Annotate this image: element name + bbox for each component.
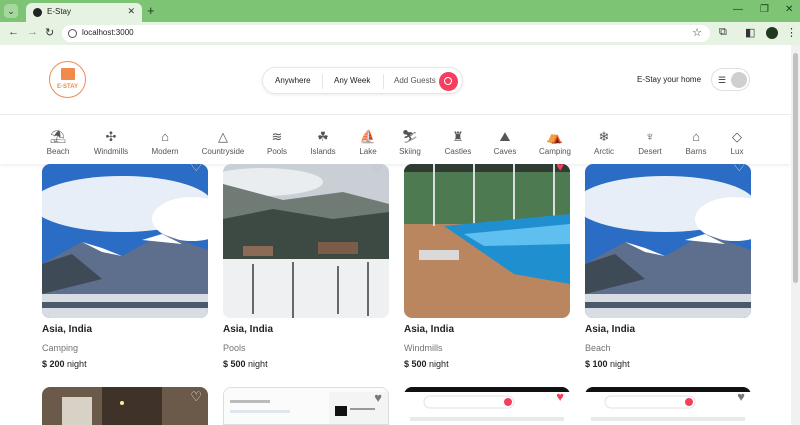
listing-image[interactable]: ♥ xyxy=(404,164,570,318)
category-modern[interactable]: ⌂ Modern xyxy=(135,128,195,156)
search-any-week[interactable]: Any Week xyxy=(334,76,370,85)
profile-avatar[interactable] xyxy=(766,27,778,39)
category-countryside[interactable]: △ Countryside xyxy=(193,128,253,156)
close-window-icon[interactable]: ✕ xyxy=(785,4,793,15)
search-anywhere[interactable]: Anywhere xyxy=(275,76,311,85)
listing-price: $ 200 night xyxy=(42,359,87,369)
tab-search-button[interactable]: ⌄ xyxy=(4,4,18,18)
logo-text: E-STAY xyxy=(56,84,78,90)
price-unit: night xyxy=(67,359,87,369)
screenshot-preview-image xyxy=(404,387,570,425)
windmill-icon: ✣ xyxy=(105,129,117,144)
new-tab-button[interactable]: + xyxy=(147,3,155,18)
tab-favicon-icon xyxy=(33,8,42,17)
scrollbar-thumb[interactable] xyxy=(793,53,798,283)
price-value: $ 100 xyxy=(585,359,608,369)
side-panel-icon[interactable]: ◧ xyxy=(745,26,755,39)
heart-icon[interactable]: ♡ xyxy=(190,164,202,175)
back-icon[interactable]: ← xyxy=(8,26,19,38)
logo[interactable]: E-STAY xyxy=(49,61,86,98)
extensions-icon[interactable]: ⧉ xyxy=(719,26,727,39)
price-value: $ 200 xyxy=(42,359,65,369)
listing-image[interactable]: ♥ xyxy=(585,387,751,425)
page-scrollbar[interactable] xyxy=(791,45,800,425)
listing-category: Camping xyxy=(42,343,79,353)
listing-image[interactable]: ♡ xyxy=(42,164,208,318)
price-value: $ 500 xyxy=(404,359,427,369)
search-icon[interactable] xyxy=(439,72,458,91)
site-header: E-STAY Anywhere Any Week Add Guests E-St… xyxy=(0,45,800,115)
hamburger-icon: ☰ xyxy=(718,75,727,85)
price-unit: night xyxy=(429,359,449,369)
listing-location: Asia, India xyxy=(42,324,93,335)
browser-toolbar: ← → ↻ localhost:3000 ☆ ⧉ ◧ ⋮ xyxy=(0,22,800,45)
browser-tab-bar: ⌄ E-Stay ✕ + — ❐ ✕ xyxy=(0,0,800,22)
heart-icon[interactable]: ♡ xyxy=(371,164,383,175)
snowy-village-image xyxy=(223,164,389,318)
listing-category: Beach xyxy=(585,343,611,353)
search-divider xyxy=(322,74,323,89)
mountain-icon: △ xyxy=(218,129,228,144)
forward-icon[interactable]: → xyxy=(27,26,38,38)
listing-image[interactable]: ♡ xyxy=(585,164,751,318)
heart-icon[interactable]: ♡ xyxy=(733,164,745,175)
user-menu-button[interactable]: ☰ xyxy=(711,68,750,91)
room-interior-image xyxy=(42,387,208,425)
category-label: Beach xyxy=(46,147,70,156)
url-text: localhost:3000 xyxy=(82,28,134,37)
heart-icon[interactable]: ♥ xyxy=(737,389,745,404)
category-label: Windmills xyxy=(93,147,129,156)
listing-image[interactable]: ♡ xyxy=(42,387,208,425)
listing-price: $ 500 night xyxy=(223,359,268,369)
category-label: Countryside xyxy=(201,147,245,156)
listing-image[interactable]: ♡ xyxy=(223,164,389,318)
mountain-landscape-image xyxy=(42,164,208,318)
listing-category: Windmills xyxy=(404,343,443,353)
site-info-icon[interactable] xyxy=(68,29,77,38)
modern-house-icon: ⌂ xyxy=(161,129,169,144)
heart-icon[interactable]: ♥ xyxy=(374,390,382,405)
search-divider xyxy=(383,74,384,89)
beach-icon: ⛱ xyxy=(49,129,67,144)
category-label: Modern xyxy=(151,147,179,156)
screenshot-preview-image xyxy=(224,388,388,424)
category-bar: ⛱ Beach ✣ Windmills ⌂ Modern △ Countryside ≋… xyxy=(0,116,790,164)
reload-icon[interactable]: ↻ xyxy=(45,26,54,39)
listing-location: Asia, India xyxy=(223,324,274,335)
diamond-icon: ◇ xyxy=(732,129,742,144)
category-lux[interactable]: ◇ Lux xyxy=(707,128,767,156)
host-link[interactable]: E-Stay your home xyxy=(637,75,701,84)
screenshot-preview-image xyxy=(585,387,751,425)
listing-location: Asia, India xyxy=(404,324,455,335)
logo-house-icon xyxy=(61,68,75,80)
search-add-guests[interactable]: Add Guests xyxy=(394,76,436,85)
search-bar[interactable]: Anywhere Any Week Add Guests xyxy=(262,67,463,94)
price-value: $ 500 xyxy=(223,359,246,369)
indoor-pool-image xyxy=(404,164,570,318)
price-unit: night xyxy=(610,359,630,369)
browser-menu-icon[interactable]: ⋮ xyxy=(786,26,797,39)
heart-filled-icon[interactable]: ♥ xyxy=(556,389,564,404)
category-beach[interactable]: ⛱ Beach xyxy=(28,128,88,156)
heart-icon[interactable]: ♡ xyxy=(190,389,202,405)
listing-location: Asia, India xyxy=(585,324,636,335)
category-windmills[interactable]: ✣ Windmills xyxy=(81,128,141,156)
maximize-icon[interactable]: ❐ xyxy=(760,4,769,15)
tab-title: E-Stay xyxy=(47,7,72,16)
listing-price: $ 500 night xyxy=(404,359,449,369)
user-avatar xyxy=(731,72,747,88)
address-bar[interactable]: localhost:3000 ☆ xyxy=(62,25,710,42)
heart-filled-icon[interactable]: ♥ xyxy=(556,164,564,174)
category-label: Lux xyxy=(730,147,744,156)
listing-category: Pools xyxy=(223,343,246,353)
tab-close-icon[interactable]: ✕ xyxy=(127,6,135,17)
minimize-icon[interactable]: — xyxy=(733,4,743,15)
listing-image[interactable]: ♥ xyxy=(404,387,570,425)
bookmark-star-icon[interactable]: ☆ xyxy=(692,26,702,39)
price-unit: night xyxy=(248,359,268,369)
listing-image[interactable]: ♥ xyxy=(223,387,389,425)
mountain-landscape-image xyxy=(585,164,751,318)
browser-tab[interactable]: E-Stay ✕ xyxy=(26,3,142,22)
listing-price: $ 100 night xyxy=(585,359,630,369)
